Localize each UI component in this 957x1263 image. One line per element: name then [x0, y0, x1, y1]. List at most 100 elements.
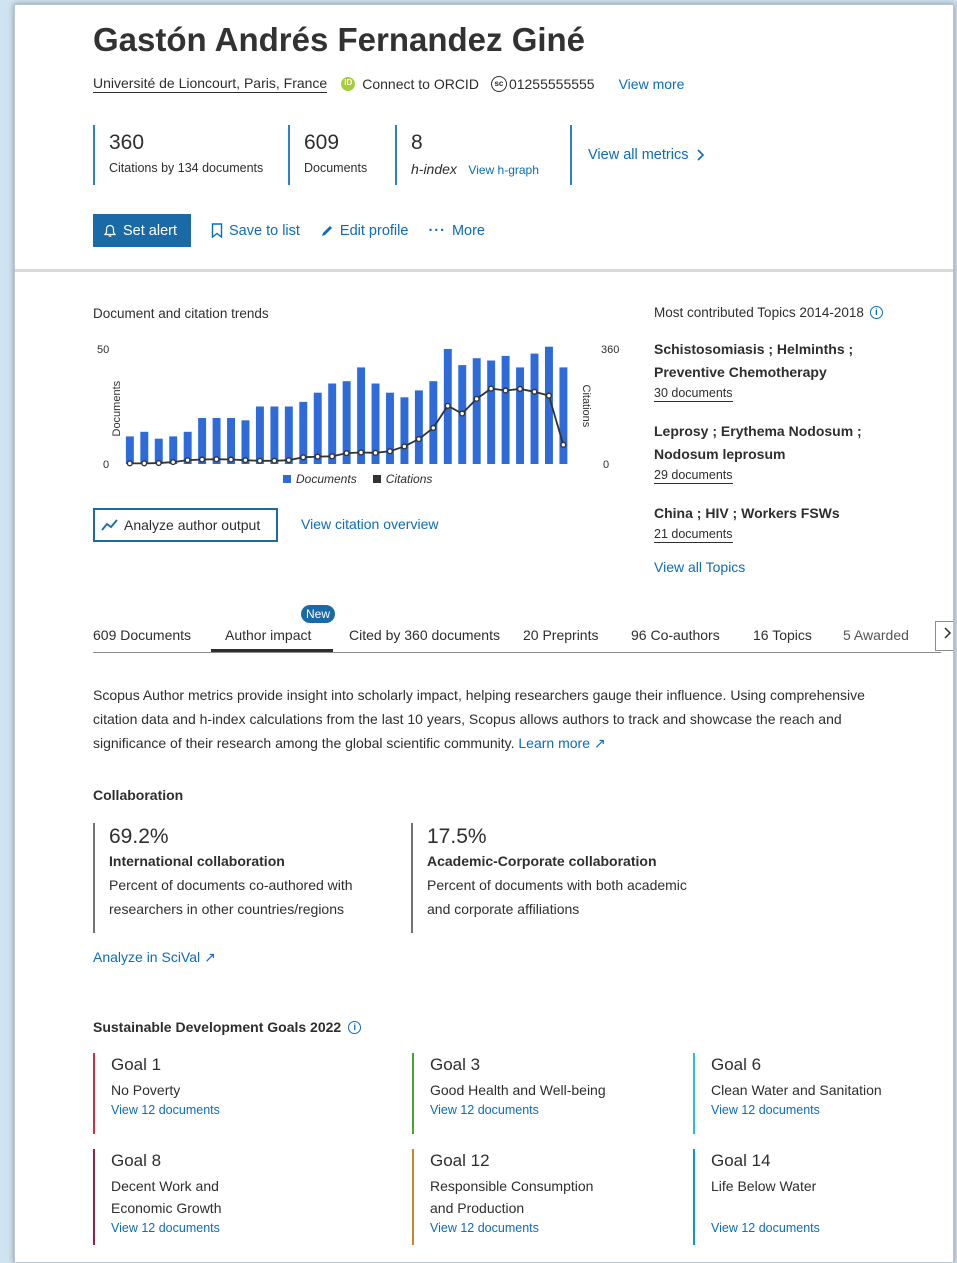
- view-documents-link[interactable]: View 12 documents: [430, 1103, 539, 1117]
- goal-name: Life Below Water: [711, 1178, 817, 1194]
- sdg-goal-card: Goal 1 No Poverty View 12 documents: [93, 1053, 343, 1134]
- tab-preprints[interactable]: 20 Preprints: [523, 627, 631, 652]
- goal-name: Clean Water and Sanitation: [711, 1082, 882, 1098]
- bar-documents: [530, 353, 539, 464]
- legend-documents-swatch: [283, 475, 291, 483]
- bar-documents: [559, 367, 568, 464]
- topic-documents-link[interactable]: 21 documents: [654, 527, 733, 543]
- point-citations: [227, 456, 235, 463]
- learn-more-link[interactable]: Learn more ↗: [518, 735, 605, 751]
- view-documents-link[interactable]: View 12 documents: [711, 1221, 820, 1235]
- legend-documents: Documents: [283, 472, 357, 486]
- bar-documents: [313, 392, 322, 464]
- analyze-author-output-button[interactable]: Analyze author output: [93, 508, 278, 542]
- scopus-id: 01255555555: [508, 76, 595, 92]
- documents-label: Documents: [304, 161, 368, 175]
- bar-documents: [501, 355, 510, 464]
- view-h-graph-link[interactable]: View h-graph: [468, 163, 539, 177]
- trend-chart: 5003600DocumentsCitations19902020: [97, 344, 619, 471]
- point-citations: [300, 454, 307, 461]
- view-documents-link[interactable]: View 12 documents: [711, 1103, 820, 1117]
- point-citations: [401, 443, 408, 450]
- tab-author-impact[interactable]: New Author impact: [211, 605, 336, 652]
- tabs-next-button[interactable]: [935, 621, 953, 651]
- topic-item: China ; HIV ; Workers FSWs 21 documents: [654, 502, 934, 543]
- point-citations: [560, 441, 567, 448]
- chevron-right-icon: [944, 627, 952, 639]
- action-bar: Set alert Save to list Edit profile ··· …: [93, 214, 485, 247]
- affiliation-link[interactable]: Université de Lioncourt, Paris, France: [93, 75, 328, 93]
- header-divider: [15, 269, 953, 272]
- topic-documents-link[interactable]: 30 documents: [654, 386, 733, 402]
- documents-count: 609: [304, 131, 340, 154]
- more-button[interactable]: ··· More: [428, 223, 485, 239]
- topic-documents-link[interactable]: 29 documents: [654, 468, 733, 484]
- tab-cited-by[interactable]: Cited by 360 documents: [333, 627, 523, 652]
- tab-topics[interactable]: 16 Topics: [753, 627, 843, 652]
- legend-citations: Citations: [372, 472, 432, 486]
- author-meta: Université de Lioncourt, Paris, France i…: [93, 75, 684, 93]
- sdg-goal-card: Goal 14 Life Below Water View 12 documen…: [693, 1149, 943, 1245]
- edit-profile-button[interactable]: Edit profile: [320, 223, 408, 239]
- topic-name[interactable]: China ; HIV ; Workers FSWs: [654, 502, 934, 525]
- goal-number: Goal 6: [711, 1055, 762, 1074]
- trend-line-icon: [101, 519, 118, 531]
- topic-name[interactable]: Leprosy ; Erythema Nodosum ; Nodosum lepr…: [654, 420, 934, 466]
- collaboration-heading: Collaboration: [93, 787, 184, 803]
- collab-description: Percent of documents with both academic …: [427, 877, 687, 917]
- view-more-link[interactable]: View more: [619, 76, 685, 92]
- point-citations: [343, 450, 350, 457]
- goal-number: Goal 3: [430, 1055, 481, 1074]
- point-citations: [271, 457, 278, 464]
- view-documents-link[interactable]: View 12 documents: [111, 1103, 220, 1117]
- save-to-list-button[interactable]: Save to list: [211, 223, 300, 239]
- tab-documents[interactable]: 609 Documents: [93, 627, 211, 652]
- tab-co-authors[interactable]: 96 Co-authors: [631, 627, 753, 652]
- goal-name: Good Health and Well-being: [430, 1082, 606, 1098]
- info-icon[interactable]: i: [348, 1020, 362, 1034]
- citations-metric: 360 Citations by 134 documents: [93, 125, 263, 185]
- collaboration-card-academic-corporate: 17.5% Academic-Corporate collaboration P…: [411, 823, 711, 933]
- tab-awarded[interactable]: 5 Awarded: [843, 627, 909, 652]
- bar-documents: [284, 406, 293, 464]
- y-axis-label: Documents: [111, 380, 123, 436]
- sdg-goal-card: Goal 12 Responsible Consumption and Prod…: [412, 1149, 662, 1245]
- hindex-label: h-index: [411, 161, 457, 177]
- point-citations: [126, 460, 133, 467]
- pencil-icon: [321, 225, 332, 236]
- collab-percent: 17.5%: [427, 825, 487, 848]
- point-citations: [170, 458, 177, 466]
- point-citations: [430, 424, 437, 432]
- goal-name: No Poverty: [111, 1082, 181, 1098]
- bar-documents: [270, 406, 279, 464]
- point-citations: [502, 387, 509, 394]
- topics-panel: Most contributed Topics 2014-2018 i Schi…: [654, 305, 934, 575]
- goal-number: Goal 12: [430, 1151, 490, 1170]
- analyze-in-scival-link[interactable]: Analyze in SciVal ↗: [93, 949, 216, 966]
- chevron-right-icon: [697, 149, 705, 161]
- sdg-goal-card: Goal 3 Good Health and Well-being View 1…: [412, 1053, 662, 1134]
- point-citations: [372, 449, 379, 456]
- view-all-topics-link[interactable]: View all Topics: [654, 559, 934, 575]
- point-citations: [256, 457, 263, 464]
- topic-name[interactable]: Schistosomiasis ; Helminths ; Preventive …: [654, 338, 934, 384]
- bar-documents: [472, 358, 481, 464]
- point-citations: [473, 395, 480, 402]
- y2-axis-label: Citations: [580, 385, 592, 428]
- point-citations: [198, 456, 206, 463]
- point-citations: [459, 410, 466, 417]
- goal-number: Goal 1: [111, 1055, 162, 1074]
- collab-description: Percent of documents co-authored with re…: [109, 877, 353, 917]
- bar-documents: [414, 390, 423, 464]
- set-alert-button[interactable]: Set alert: [93, 214, 191, 247]
- orcid-icon: iD: [341, 77, 356, 91]
- citations-label: Citations by 134 documents: [109, 161, 264, 175]
- view-citation-overview-link[interactable]: View citation overview: [301, 516, 438, 532]
- view-documents-link[interactable]: View 12 documents: [430, 1221, 539, 1235]
- documents-metric: 609 Documents: [288, 125, 367, 185]
- view-documents-link[interactable]: View 12 documents: [111, 1221, 220, 1235]
- connect-orcid-link[interactable]: Connect to ORCID: [362, 76, 479, 92]
- author-name: Gastón Andrés Fernandez Giné: [93, 21, 586, 58]
- info-icon[interactable]: i: [869, 306, 883, 319]
- view-all-metrics-link[interactable]: View all metrics: [570, 125, 708, 185]
